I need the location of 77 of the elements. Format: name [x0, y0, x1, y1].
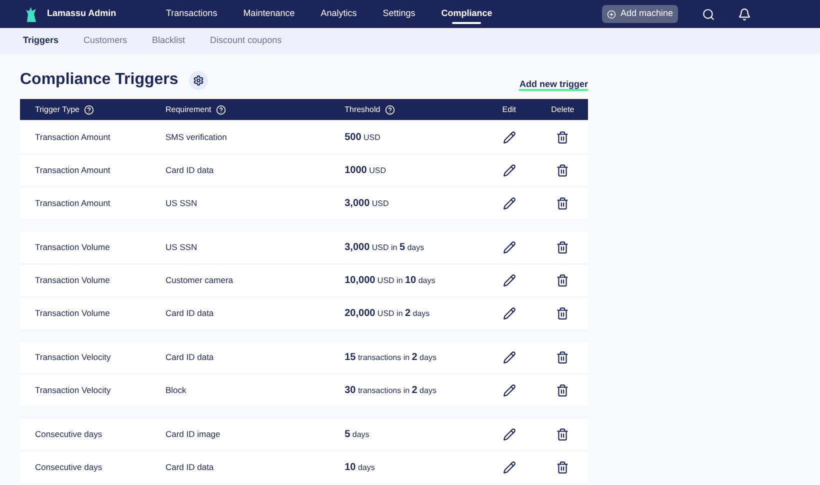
delete-icon[interactable] [556, 131, 570, 144]
threshold-cell: 500 USD [344, 133, 380, 142]
threshold-cell: 5 days [344, 430, 370, 439]
delete-icon[interactable] [556, 384, 570, 397]
edit-icon[interactable] [502, 197, 516, 210]
help-icon[interactable] [216, 104, 226, 114]
table-cell: US SSN [165, 198, 198, 208]
threshold-cell: 10 days [344, 463, 375, 472]
delete-icon[interactable] [556, 274, 570, 287]
sub-nav-tab[interactable]: Triggers [23, 34, 59, 48]
table-cell: Transaction Amount [35, 165, 110, 176]
threshold-cell: 20,000 USD in 2 days [344, 309, 430, 318]
edit-icon[interactable] [502, 131, 516, 144]
search-icon[interactable] [702, 8, 715, 20]
settings-button[interactable] [189, 70, 208, 90]
help-icon[interactable] [84, 104, 94, 114]
table-cell: Card ID data [165, 352, 214, 362]
table-cell: Card ID data [165, 308, 214, 318]
settings-icon [193, 74, 204, 86]
nav-tab[interactable]: Transactions [153, 0, 230, 28]
sub-nav-tab[interactable]: Discount coupons [210, 34, 282, 48]
table-cell: Transaction Velocity [35, 385, 111, 396]
logo-icon [25, 6, 37, 22]
nav-tab[interactable]: Analytics [308, 0, 370, 28]
edit-icon[interactable] [502, 307, 516, 320]
table-cell: Customer camera [165, 275, 234, 286]
edit-icon[interactable] [502, 351, 516, 364]
table-cell: Transaction Velocity [35, 352, 111, 362]
table-cell: Card ID data [165, 165, 214, 176]
table-cell: US SSN [165, 242, 198, 252]
column-header: Delete [551, 104, 574, 116]
help-icon[interactable] [385, 104, 396, 114]
add-trigger-link[interactable]: Add new trigger [519, 79, 588, 91]
table-cell: Card ID image [165, 429, 220, 440]
threshold-cell: 3,000 USD in 5 days [344, 243, 424, 252]
delete-icon[interactable] [556, 351, 570, 364]
delete-icon[interactable] [556, 164, 570, 177]
edit-icon[interactable] [502, 428, 516, 441]
delete-icon[interactable] [556, 197, 570, 210]
sub-nav-tab[interactable]: Customers [84, 34, 128, 48]
nav-tab[interactable]: Settings [370, 0, 428, 28]
column-header: Edit [502, 104, 516, 116]
nav-tab[interactable]: Compliance [428, 0, 506, 28]
threshold-cell: 15 transactions in 2 days [344, 353, 436, 362]
threshold-cell: 30 transactions in 2 days [344, 386, 436, 395]
plus-icon [607, 10, 616, 18]
delete-icon[interactable] [556, 461, 570, 474]
table-cell: Transaction Amount [35, 198, 110, 208]
table-cell: Consecutive days [35, 462, 102, 472]
edit-icon[interactable] [502, 241, 516, 254]
edit-icon[interactable] [502, 274, 516, 287]
table-cell: Consecutive days [35, 429, 102, 440]
table-cell: Transaction Volume [35, 275, 110, 286]
column-header: Requirement [165, 104, 212, 116]
edit-icon[interactable] [502, 164, 516, 177]
notification-bell-icon[interactable] [738, 8, 751, 20]
delete-icon[interactable] [556, 428, 570, 441]
table-cell: Transaction Amount [35, 132, 110, 142]
table-cell: Card ID data [165, 462, 214, 472]
table-cell: SMS verification [165, 132, 227, 142]
threshold-cell: 3,000 USD [344, 199, 389, 208]
app-title: Lamassu Admin [47, 7, 118, 20]
edit-icon[interactable] [502, 384, 516, 397]
nav-tab[interactable]: Maintenance [230, 0, 308, 28]
table-cell: Transaction Volume [35, 308, 110, 318]
column-header: Threshold [344, 104, 380, 116]
table-cell: Block [165, 385, 186, 396]
page-title: Compliance Triggers [20, 70, 178, 90]
sub-nav-tab[interactable]: Blacklist [152, 34, 186, 48]
threshold-cell: 10,000 USD in 10 days [344, 276, 436, 285]
threshold-cell: 1000 USD [344, 166, 386, 175]
column-header: Trigger Type [35, 104, 80, 116]
delete-icon[interactable] [556, 307, 570, 320]
edit-icon[interactable] [502, 461, 516, 474]
table-cell: Transaction Volume [35, 242, 110, 252]
add-machine-button[interactable]: Add machine [602, 5, 678, 23]
delete-icon[interactable] [556, 241, 570, 254]
